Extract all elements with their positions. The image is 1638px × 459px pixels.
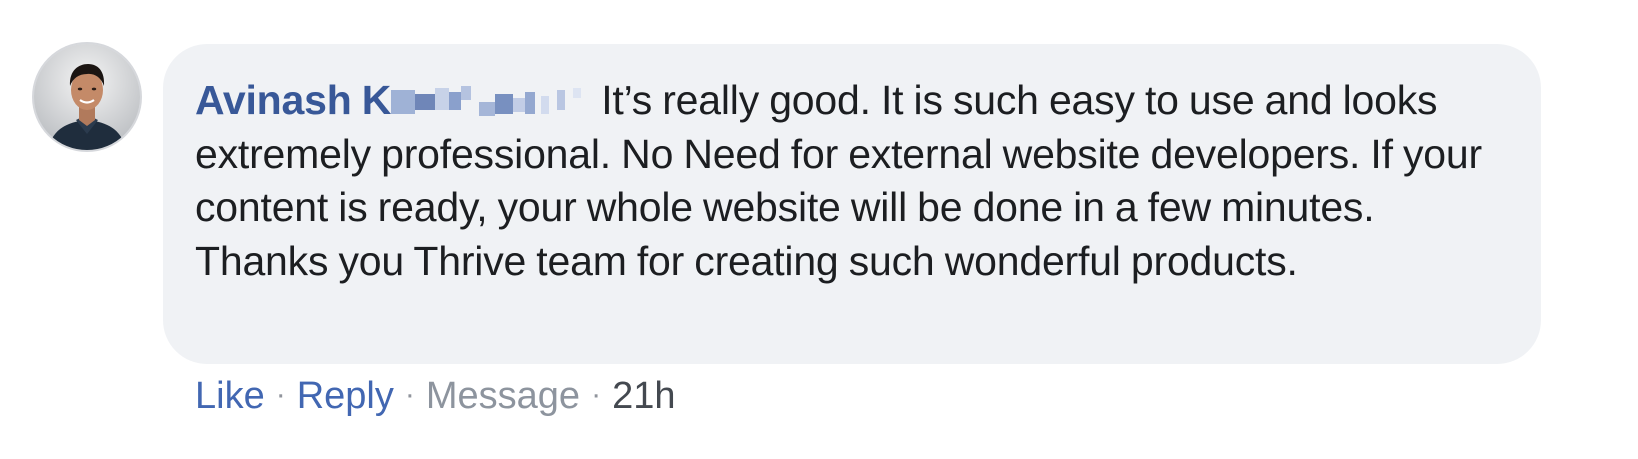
- comment-actions: Like · Reply · Message · 21h: [195, 372, 675, 423]
- comment-bubble: Avinash K It’s really good. It is such e…: [163, 44, 1541, 364]
- separator-dot: ·: [275, 378, 286, 411]
- author-name[interactable]: Avinash K: [195, 77, 391, 123]
- message-link[interactable]: Message: [426, 375, 580, 417]
- avatar[interactable]: [34, 44, 140, 150]
- like-link[interactable]: Like: [195, 375, 265, 417]
- redacted-author-surname: [391, 84, 587, 120]
- reply-link[interactable]: Reply: [297, 375, 394, 417]
- comment: Avinash K It’s really good. It is such e…: [0, 0, 1638, 459]
- separator-dot: ·: [404, 378, 415, 411]
- profile-photo: [34, 44, 140, 150]
- comment-timestamp[interactable]: 21h: [612, 375, 675, 417]
- separator-dot: ·: [591, 378, 602, 411]
- comment-body: Avinash K It’s really good. It is such e…: [195, 74, 1513, 288]
